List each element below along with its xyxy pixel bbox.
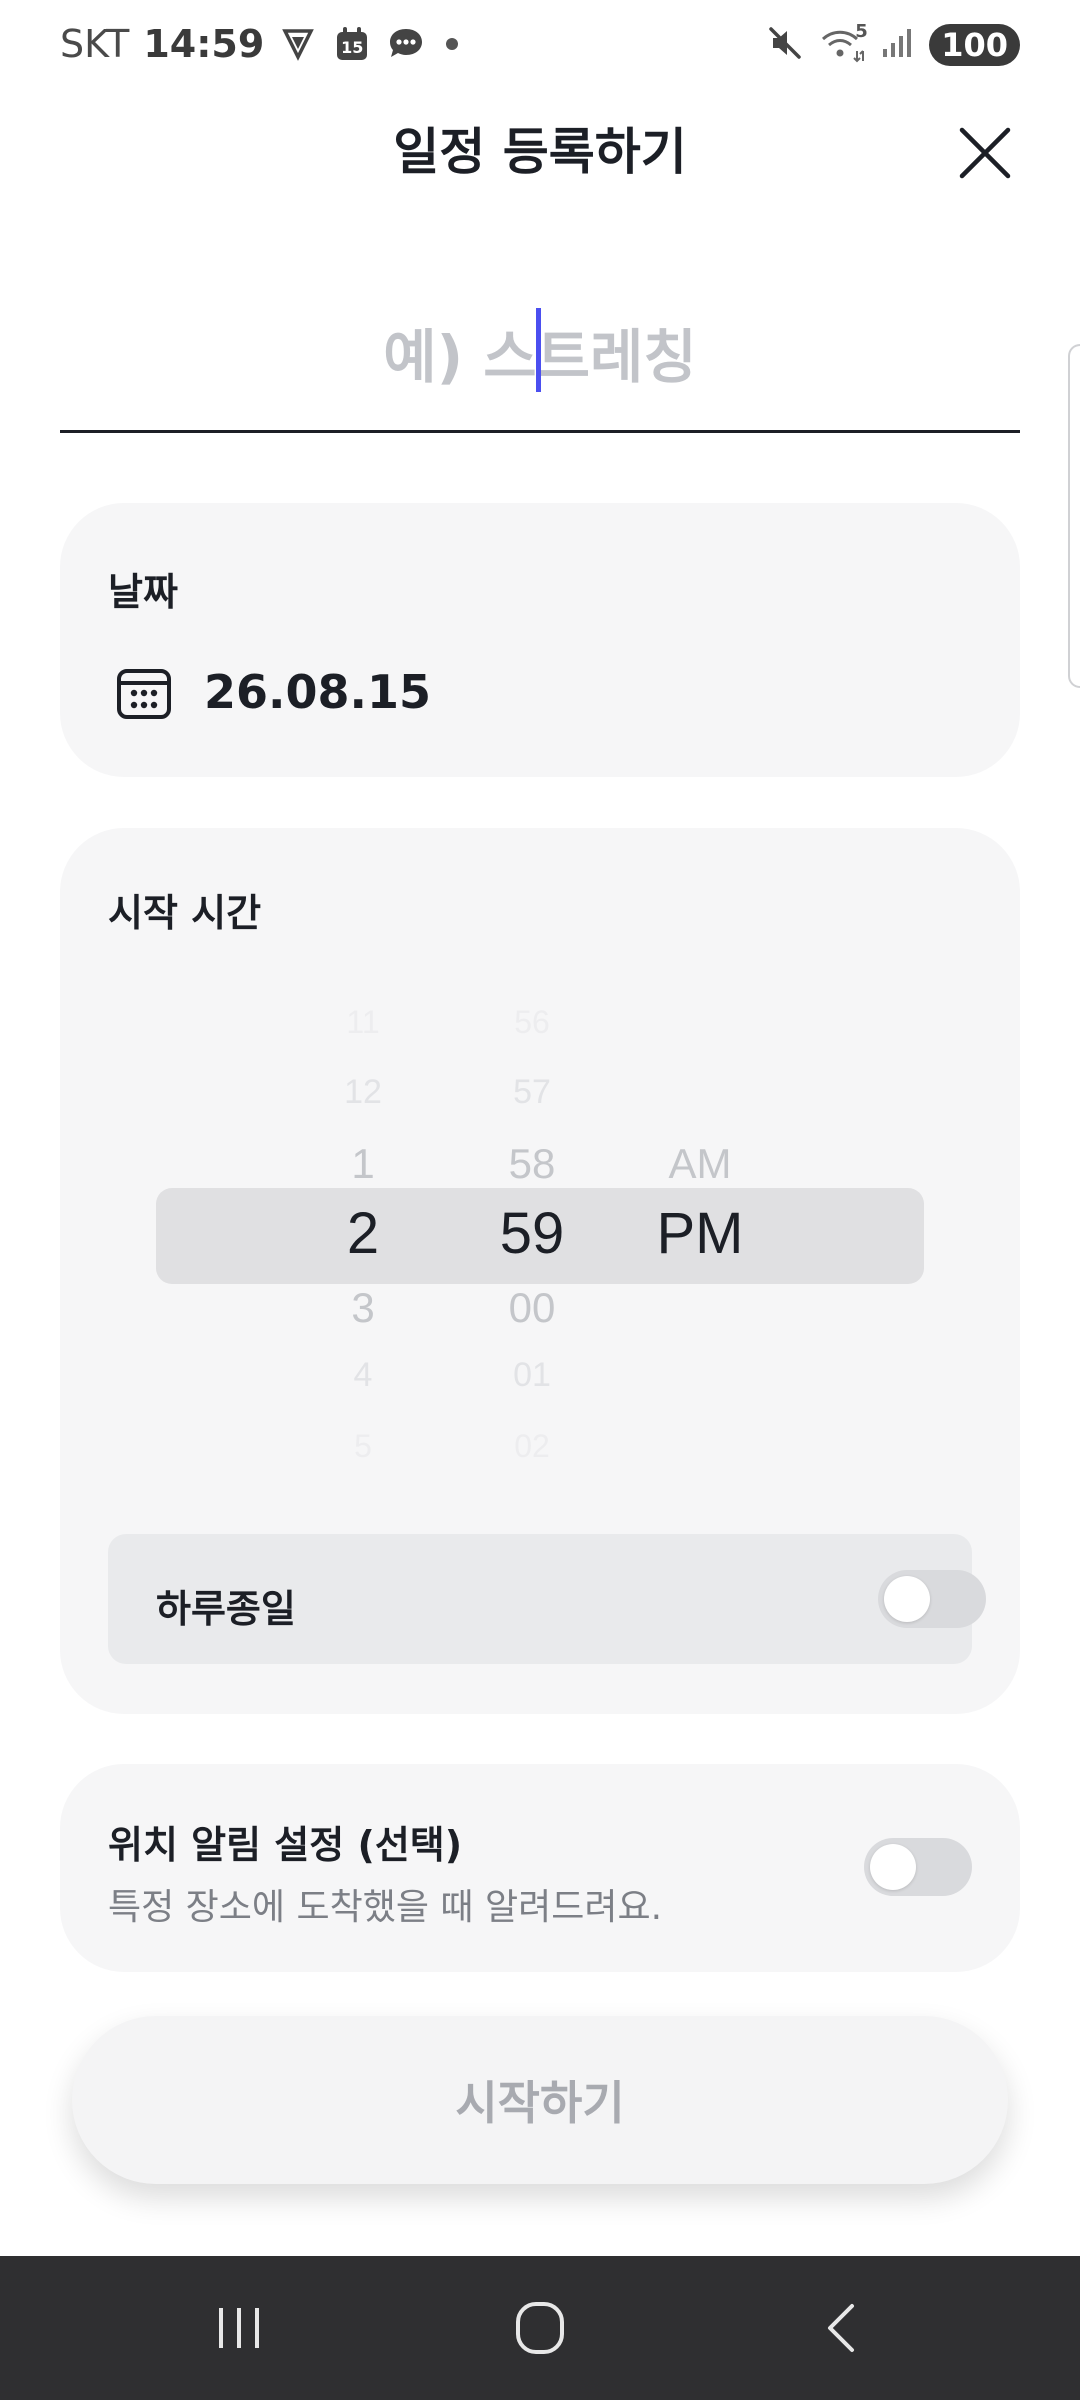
scroll-indicator [1068,344,1080,688]
period-option[interactable]: AM [650,1140,750,1188]
location-alert-card: 위치 알림 설정 (선택) 특정 장소에 도착했을 때 알려드려요. [60,1764,1020,1972]
recent-apps-icon [219,2308,259,2348]
hour-option[interactable]: 4 [313,1356,413,1395]
hour-option[interactable]: 12 [313,1073,413,1112]
minute-option[interactable]: 02 [482,1428,582,1465]
back-button[interactable] [808,2298,878,2358]
hour-option[interactable]: 1 [313,1140,413,1188]
text-caret [536,308,541,392]
toggle-knob [884,1576,930,1622]
calendar-notification-icon: 15 [332,24,372,64]
date-label: 날짜 [108,570,178,614]
status-left: SKT 14:59 15 [60,22,459,66]
date-card[interactable]: 날짜 26.08.15 [60,503,1020,777]
chat-bubble-icon [386,24,426,64]
status-bar: SKT 14:59 15 5 100 [0,0,1080,96]
wifi-standard-label: 5 [855,21,868,42]
carrier-label: SKT [60,22,130,66]
mute-icon [767,25,803,65]
more-notifications-dot-icon [446,38,459,50]
status-right: 5 100 [767,21,1020,66]
back-chevron-icon [828,2304,854,2352]
minute-selected[interactable]: 59 [482,1200,582,1267]
date-value: 26.08.15 [204,665,431,719]
minute-option[interactable]: 01 [482,1356,582,1395]
hour-option[interactable]: 3 [313,1284,413,1332]
start-button[interactable]: 시작하기 [72,2016,1008,2184]
recent-apps-button[interactable] [204,2298,274,2358]
toggle-knob [870,1844,916,1890]
location-alert-description: 특정 장소에 도착했을 때 알려드려요. [108,1887,663,1928]
page-title: 일정 등록하기 [393,123,687,181]
minute-option[interactable]: 58 [482,1140,582,1188]
close-icon [959,127,1011,179]
calendar-icon [116,665,172,721]
wifi-icon: 5 [819,21,868,63]
period-selected[interactable]: PM [650,1200,750,1267]
all-day-label: 하루종일 [156,1587,296,1631]
start-time-card: 시작 시간 11 12 1 2 3 4 5 56 57 58 59 00 01 … [60,828,1020,1714]
calendar-badge-number: 15 [341,38,364,57]
location-alert-title: 위치 알림 설정 (선택) [108,1823,463,1867]
all-day-toggle[interactable] [878,1570,986,1628]
status-time: 14:59 [143,22,265,66]
all-day-row: 하루종일 [108,1534,986,1664]
minute-option[interactable]: 00 [482,1284,582,1332]
start-time-label: 시작 시간 [108,891,262,935]
hour-option[interactable]: 5 [313,1428,413,1465]
battery-level: 100 [929,24,1020,66]
minute-option[interactable]: 57 [482,1073,582,1112]
home-icon [516,2302,564,2354]
system-nav-bar [0,2256,1080,2400]
home-button[interactable] [505,2298,575,2358]
vpn-shield-icon [278,24,318,64]
hour-selected[interactable]: 2 [313,1200,413,1267]
hour-option[interactable]: 11 [313,1004,413,1041]
close-button[interactable] [950,118,1020,188]
location-alert-toggle[interactable] [864,1838,972,1896]
minute-option[interactable]: 56 [482,1004,582,1041]
signal-strength-icon [881,27,913,63]
